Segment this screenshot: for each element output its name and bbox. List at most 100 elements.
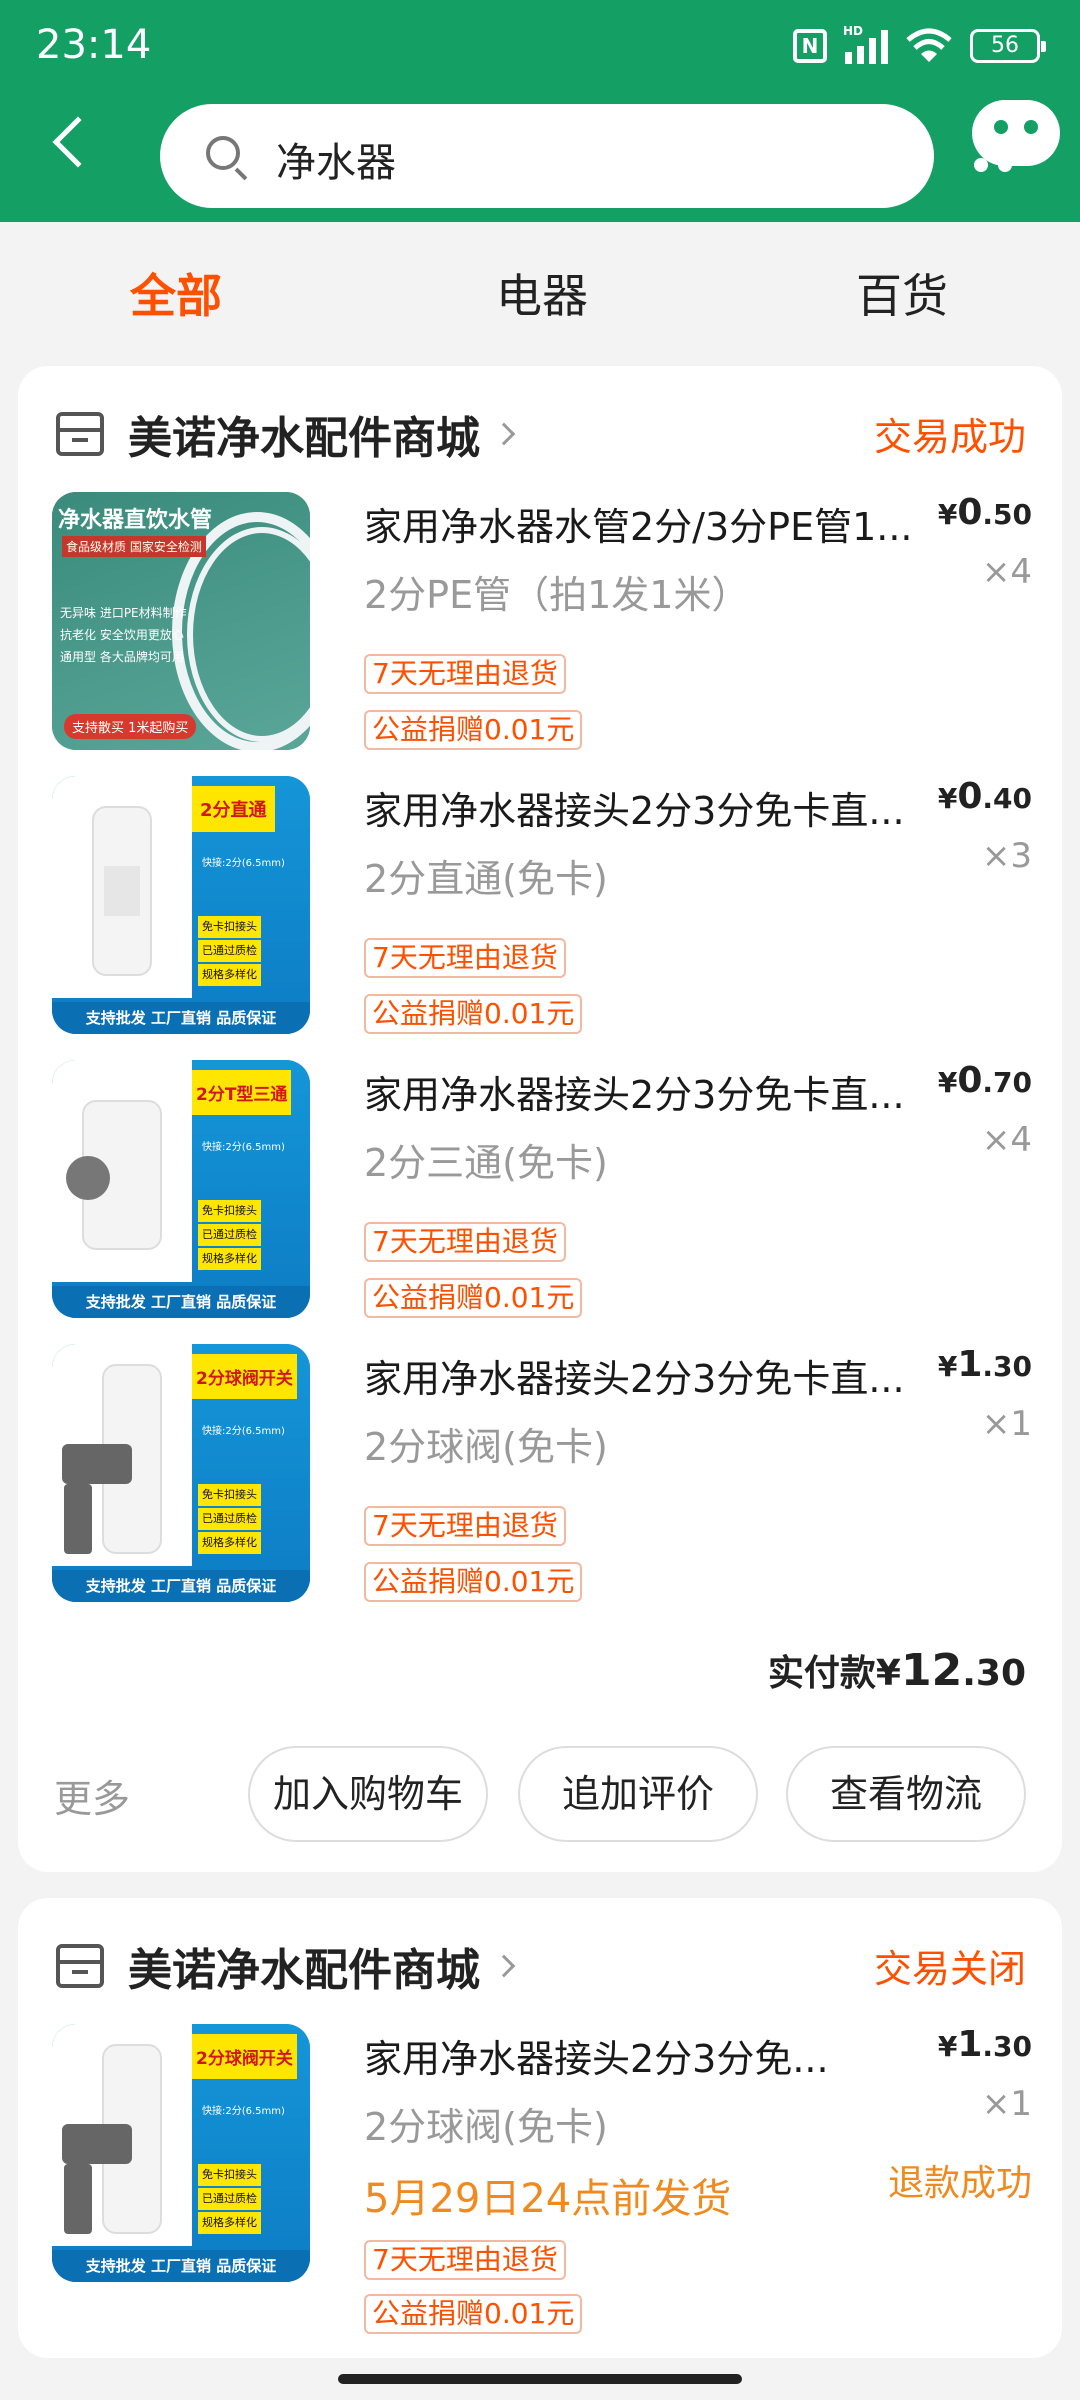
item-price: ¥0.70 — [937, 1060, 1032, 1101]
return-policy-tag: 7天无理由退货 — [364, 2240, 566, 2280]
back-icon[interactable] — [52, 116, 104, 168]
nfc-icon: N — [793, 29, 827, 63]
refund-status: 退款成功 — [887, 2163, 1032, 2204]
order-item[interactable]: 2分球阀开关 快接:2分(6.5mm) 免卡扣接头 已通过质检 规格多样化 支持… — [52, 1344, 1032, 1604]
item-quantity: ×4 — [981, 1120, 1032, 1160]
shop-icon — [56, 1944, 104, 1988]
shop-header[interactable]: 美诺净水配件商城 — [56, 1934, 516, 1998]
thumb-feature: 已通过质检 — [198, 940, 261, 962]
shipping-notice: 5月29日24点前发货 — [364, 2176, 732, 2222]
order-item[interactable]: 2分T型三通 快接:2分(6.5mm) 免卡扣接头 已通过质检 规格多样化 支持… — [52, 1060, 1032, 1320]
shop-header[interactable]: 美诺净水配件商城 — [56, 402, 516, 466]
product-image: 2分球阀开关 快接:2分(6.5mm) 免卡扣接头 已通过质检 规格多样化 支持… — [52, 2024, 310, 2282]
charity-tag: 公益捐赠0.01元 — [364, 710, 583, 750]
tab-all[interactable]: 全部 — [130, 260, 222, 326]
charity-tag: 公益捐赠0.01元 — [364, 1562, 583, 1602]
product-title[interactable]: 家用净水器水管2分/3分PE管1... — [364, 496, 934, 551]
thumb-footer: 支持批发 工厂直销 品质保证 — [52, 2250, 310, 2282]
thumb-feature: 已通过质检 — [198, 1224, 261, 1246]
order-status: 交易成功 — [873, 415, 1026, 459]
return-policy-tag: 7天无理由退货 — [364, 654, 566, 694]
order-item[interactable]: 2分球阀开关 快接:2分(6.5mm) 免卡扣接头 已通过质检 规格多样化 支持… — [52, 2024, 1032, 2334]
network-type: HD — [843, 24, 864, 38]
search-icon — [206, 136, 240, 170]
charity-tag: 公益捐赠0.01元 — [364, 1278, 583, 1318]
item-quantity: ×1 — [981, 1404, 1032, 1444]
tab-appliances[interactable]: 电器 — [496, 260, 588, 326]
charity-tag: 公益捐赠0.01元 — [364, 2294, 583, 2334]
battery-level: 56 — [991, 33, 1019, 58]
add-to-cart-button[interactable]: 加入购物车 — [248, 1746, 488, 1842]
product-spec: 2分PE管（拍1发1米） — [364, 573, 750, 617]
status-icons: N HD 56 — [793, 24, 1046, 64]
home-indicator[interactable] — [338, 2374, 742, 2384]
shop-name[interactable]: 美诺净水配件商城 — [128, 402, 480, 466]
thumb-subtitle: 快接:2分(6.5mm) — [202, 1426, 285, 1437]
chevron-right-icon — [492, 422, 516, 446]
thumb-feature: 免卡扣接头 — [198, 916, 261, 938]
thumb-footer: 支持批发 工厂直销 品质保证 — [52, 1570, 310, 1602]
return-policy-tag: 7天无理由退货 — [364, 1506, 566, 1546]
item-quantity: ×3 — [981, 836, 1032, 876]
thumb-feature: 抗老化 安全饮用更放心 — [60, 628, 184, 642]
thumb-feature: 无异味 进口PE材料制作 — [60, 606, 187, 620]
product-spec: 2分球阀(免卡) — [364, 2105, 608, 2149]
thumb-subtitle: 快接:2分(6.5mm) — [202, 2106, 285, 2117]
thumb-feature: 免卡扣接头 — [198, 1484, 261, 1506]
product-image: 净水器直饮水管 食品级材质 国家安全检测 无异味 进口PE材料制作 抗老化 安全… — [52, 492, 310, 750]
tab-general-goods[interactable]: 百货 — [856, 260, 948, 326]
thumb-title: 净水器直饮水管 — [58, 508, 213, 533]
order-item[interactable]: 净水器直饮水管 食品级材质 国家安全检测 无异味 进口PE材料制作 抗老化 安全… — [52, 492, 1032, 752]
thumb-footer: 支持批发 工厂直销 品质保证 — [52, 1286, 310, 1318]
more-button[interactable]: 更多 — [54, 1768, 130, 1823]
thumb-feature: 已通过质检 — [198, 2188, 261, 2210]
thumb-feature: 规格多样化 — [198, 964, 261, 986]
add-review-button[interactable]: 追加评价 — [518, 1746, 758, 1842]
status-bar: 23:14 N HD 56 — [0, 0, 1080, 96]
order-card[interactable]: 美诺净水配件商城 交易成功 净水器直饮水管 食品级材质 国家安全检测 无异味 进… — [18, 366, 1062, 1872]
thumb-subtitle: 食品级材质 国家安全检测 — [62, 536, 206, 557]
view-logistics-button[interactable]: 查看物流 — [786, 1746, 1026, 1842]
thumb-feature: 免卡扣接头 — [198, 1200, 261, 1222]
shop-icon — [56, 412, 104, 456]
battery-icon: 56 — [970, 29, 1046, 63]
item-price: ¥0.50 — [937, 492, 1032, 533]
product-title[interactable]: 家用净水器接头2分3分免卡直... — [364, 1348, 934, 1403]
order-item[interactable]: 2分直通 快接:2分(6.5mm) 免卡扣接头 已通过质检 规格多样化 支持批发… — [52, 776, 1032, 1036]
shop-name[interactable]: 美诺净水配件商城 — [128, 1934, 480, 1998]
order-card[interactable]: 美诺净水配件商城 交易关闭 2分球阀开关 快接:2分(6.5mm) 免卡扣接头 … — [18, 1898, 1062, 2358]
product-title[interactable]: 家用净水器接头2分3分免卡直... — [364, 1064, 934, 1119]
search-query[interactable]: 净水器 — [276, 130, 396, 188]
thumb-subtitle: 快接:2分(6.5mm) — [202, 858, 285, 869]
category-tabs: 全部 电器 百货 — [0, 222, 1080, 362]
item-quantity: ×1 — [981, 2084, 1032, 2124]
signal-icon: HD — [843, 24, 888, 64]
thumb-feature: 已通过质检 — [198, 1508, 261, 1530]
charity-tag: 公益捐赠0.01元 — [364, 994, 583, 1034]
search-input[interactable]: 净水器 — [160, 104, 934, 208]
app-header: 23:14 N HD 56 净水器 — [0, 0, 1080, 222]
thumb-feature: 规格多样化 — [198, 2212, 261, 2234]
thumb-feature: 规格多样化 — [198, 1248, 261, 1270]
item-price: ¥1.30 — [937, 2024, 1032, 2065]
product-title[interactable]: 家用净水器接头2分3分免卡直... — [364, 780, 934, 835]
thumb-feature: 通用型 各大品牌均可用 — [60, 650, 184, 664]
product-spec: 2分球阀(免卡) — [364, 1425, 608, 1469]
product-image: 2分直通 快接:2分(6.5mm) 免卡扣接头 已通过质检 规格多样化 支持批发… — [52, 776, 310, 1034]
thumb-footer: 支持散买 1米起购买 — [64, 714, 197, 739]
product-spec: 2分三通(免卡) — [364, 1141, 608, 1185]
chevron-right-icon — [492, 1954, 516, 1978]
order-total: 实付款¥12.30 — [767, 1645, 1026, 1696]
wifi-icon — [906, 28, 952, 62]
item-price: ¥0.40 — [937, 776, 1032, 817]
thumb-footer: 支持批发 工厂直销 品质保证 — [52, 1002, 310, 1034]
return-policy-tag: 7天无理由退货 — [364, 1222, 566, 1262]
message-icon[interactable] — [972, 100, 1060, 172]
thumb-title: 2分直通 — [192, 786, 275, 832]
thumb-subtitle: 快接:2分(6.5mm) — [202, 1142, 285, 1153]
product-title[interactable]: 家用净水器接头2分3分免... — [364, 2028, 884, 2083]
clock: 23:14 — [36, 22, 152, 68]
thumb-title: 2分球阀开关 — [192, 1354, 297, 1399]
order-status: 交易关闭 — [873, 1947, 1026, 1991]
thumb-title: 2分球阀开关 — [192, 2034, 297, 2079]
